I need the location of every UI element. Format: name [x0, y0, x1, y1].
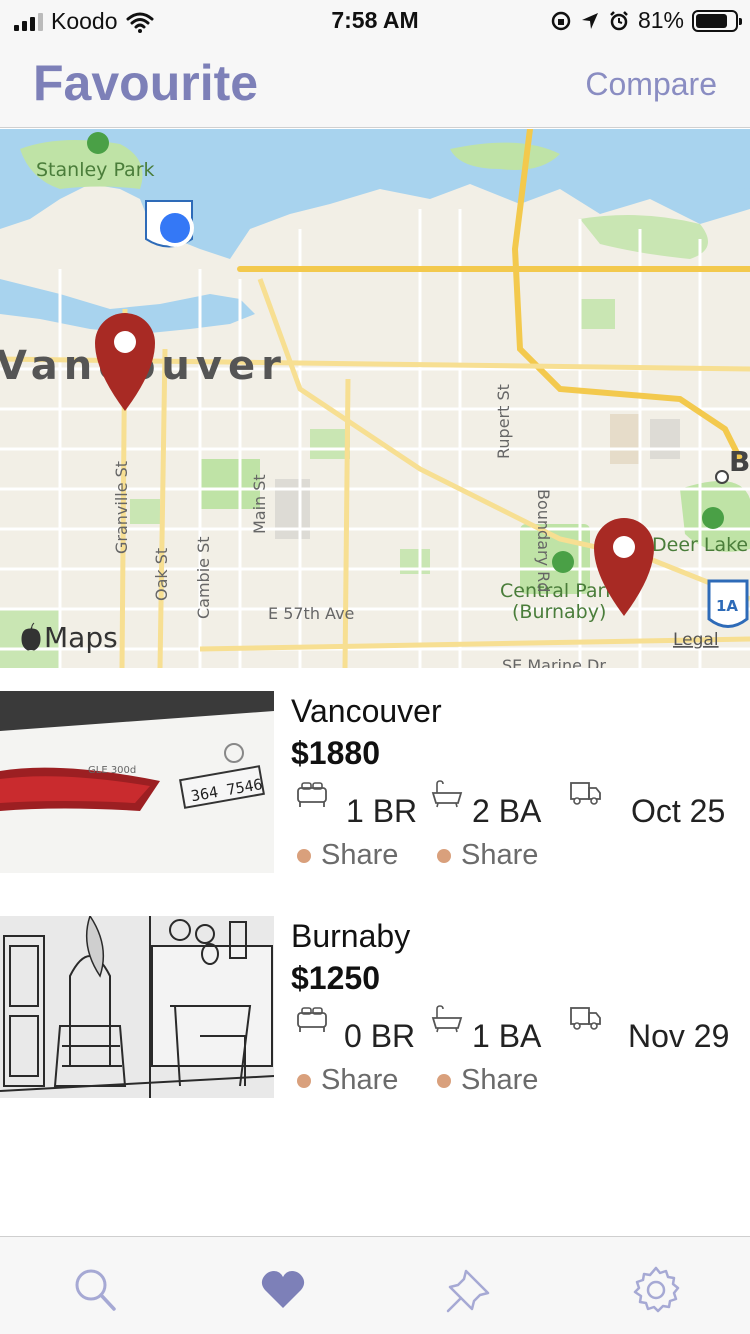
tab-search[interactable] — [71, 1265, 121, 1315]
bed-icon — [297, 1007, 327, 1032]
map-pin-icon[interactable] — [95, 313, 155, 411]
moving-truck-icon — [570, 782, 601, 805]
map-canvas[interactable]: Stanley Park Central Park (Burnaby) Deer… — [0, 129, 750, 668]
map-label-rupert: Rupert St — [494, 384, 513, 459]
tab-bar — [0, 1236, 750, 1334]
listing-price: $1880 — [291, 735, 380, 771]
share-label: Share — [321, 1064, 399, 1096]
compare-button[interactable]: Compare — [585, 66, 717, 103]
share-dot-icon — [437, 1073, 451, 1088]
tab-favourite[interactable] — [258, 1265, 308, 1315]
svg-text:Maps: Maps — [44, 621, 118, 654]
listing-price: $1250 — [291, 960, 380, 996]
map-label-e57th: E 57th Ave — [268, 604, 354, 623]
gear-icon — [633, 1266, 680, 1313]
map-label-central-park-burnaby: (Burnaby) — [512, 601, 606, 623]
battery-icon — [692, 9, 742, 32]
share-label: Share — [461, 1064, 539, 1096]
pin-icon — [446, 1269, 490, 1313]
listing-move-date: Oct 25 — [631, 793, 726, 829]
page-title: Favourite — [33, 55, 259, 111]
map-label-main: Main St — [250, 474, 269, 534]
bathtub-icon — [431, 1005, 463, 1033]
share-label: Share — [321, 839, 399, 871]
share-button[interactable]: Share — [297, 1064, 398, 1097]
current-location-icon — [145, 200, 194, 248]
search-icon — [75, 1269, 116, 1311]
map-label-stanley-park: Stanley Park — [36, 159, 155, 181]
share-button[interactable]: Share — [437, 1064, 538, 1097]
share-dot-icon — [297, 848, 311, 863]
svg-text:1A: 1A — [716, 597, 738, 615]
map-label-boundary: Boundary Rd — [534, 489, 553, 592]
share-dot-icon — [297, 1073, 311, 1088]
orientation-lock-icon — [551, 11, 571, 30]
listing-item[interactable]: Burnaby $1250 0 BR 1 BA Nov 29 Share Sha… — [0, 916, 750, 1098]
svg-text:GLE 300d: GLE 300d — [88, 765, 136, 776]
map-label-cambie: Cambie St — [194, 536, 213, 619]
map-label-se-marine: SE Marine Dr — [502, 656, 606, 668]
battery-percent: 81% — [637, 7, 684, 33]
bathtub-icon — [431, 780, 463, 808]
listing-thumbnail — [0, 916, 274, 1098]
highway-shield-icon: 1A — [707, 579, 749, 628]
tab-pinned[interactable] — [444, 1265, 494, 1315]
map-label-deer-lake: Deer Lake P — [652, 534, 750, 556]
share-dot-icon — [437, 848, 451, 863]
map-label-b: B — [729, 445, 750, 478]
share-label: Share — [461, 839, 539, 871]
listing-bedrooms: 0 BR — [344, 1018, 416, 1054]
alarm-icon — [610, 10, 628, 30]
listing-item[interactable]: 364 7546 GLE 300d Vancouver $1880 1 BR 2… — [0, 691, 750, 873]
share-button[interactable]: Share — [437, 839, 538, 872]
tab-settings[interactable] — [631, 1265, 681, 1315]
listing-bathrooms: 1 BA — [472, 1018, 542, 1054]
moving-truck-icon — [570, 1007, 601, 1030]
status-bar: Koodo 7:58 AM 81% — [0, 0, 750, 40]
location-arrow-icon — [581, 12, 598, 29]
navigation-bar: Favourite Compare — [0, 40, 750, 128]
share-button[interactable]: Share — [297, 839, 398, 872]
listing-city: Vancouver — [291, 693, 442, 729]
listing-thumbnail: 364 7546 GLE 300d — [0, 691, 274, 873]
heart-icon — [261, 1271, 305, 1308]
listing-city: Burnaby — [291, 918, 411, 954]
map-label-central-park: Central Park — [500, 580, 616, 602]
map-view[interactable]: Stanley Park Central Park (Burnaby) Deer… — [0, 129, 750, 668]
listing-move-date: Nov 29 — [628, 1018, 730, 1054]
map-label-granville: Granville St — [112, 461, 131, 554]
bed-icon — [297, 782, 327, 807]
listing-bedrooms: 1 BR — [346, 793, 418, 829]
listing-bathrooms: 2 BA — [472, 793, 542, 829]
map-label-oak: Oak St — [152, 548, 171, 601]
map-legal-link[interactable]: Legal — [673, 630, 719, 650]
